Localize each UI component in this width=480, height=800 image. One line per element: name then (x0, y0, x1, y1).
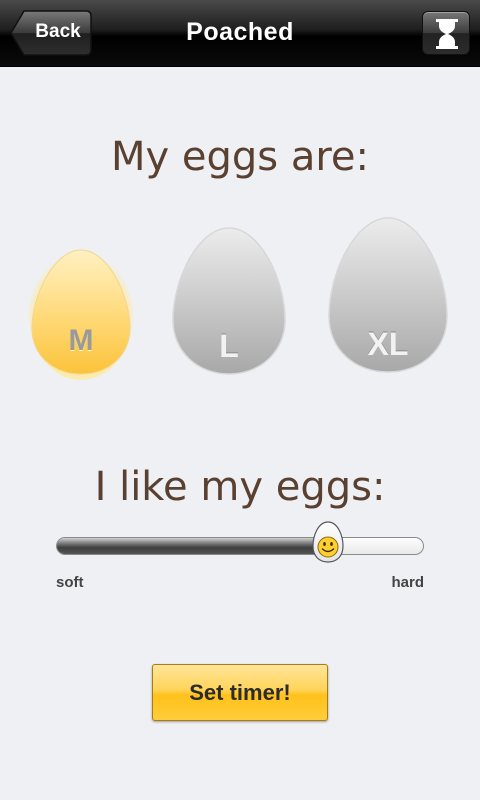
egg-size-xl[interactable]: XL (326, 214, 450, 378)
egg-size-m[interactable]: M (28, 244, 134, 380)
doneness-heading: I like my eggs: (94, 464, 386, 510)
hourglass-icon (436, 19, 458, 49)
slider-thumb[interactable] (311, 520, 345, 564)
page-title: Poached (186, 18, 294, 46)
doneness-slider[interactable] (56, 521, 424, 563)
back-label: Back (35, 21, 81, 42)
back-button[interactable]: Back (10, 10, 92, 56)
set-timer-button[interactable]: Set timer! (152, 664, 328, 721)
egg-size-l[interactable]: L (170, 224, 288, 380)
slider-max-label: hard (391, 574, 424, 591)
size-heading: My eggs are: (110, 134, 369, 180)
egg-size-m-label: M (68, 324, 94, 357)
slider-track[interactable] (56, 537, 424, 555)
smiley-egg-icon (312, 521, 344, 563)
top-bar: Back Poached (0, 0, 480, 67)
egg-size-selector: M L XL (0, 200, 480, 400)
timer-button[interactable] (422, 11, 470, 55)
egg-size-l-label: L (219, 328, 239, 364)
egg-size-xl-label: XL (367, 326, 409, 362)
slider-min-label: soft (56, 574, 84, 591)
slider-fill (57, 538, 330, 554)
